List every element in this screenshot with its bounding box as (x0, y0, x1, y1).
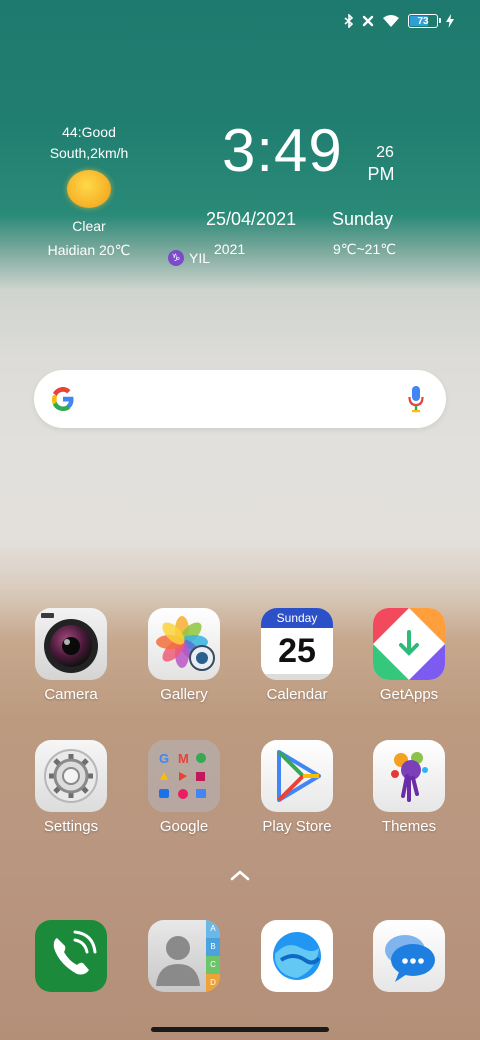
handset-icon (53, 930, 97, 975)
battery-icon: 73 (408, 14, 441, 28)
sun-icon (67, 170, 111, 208)
app-getapps[interactable]: GetApps (359, 608, 459, 703)
app-label: Themes (381, 818, 437, 835)
app-settings[interactable]: Settings (21, 740, 121, 835)
air-quality: 44:Good (62, 124, 116, 140)
app-label: Gallery (160, 686, 208, 703)
messages-icon (373, 920, 445, 992)
getapps-icon (373, 608, 445, 680)
weather-widget[interactable]: 44:Good South,2km/h Clear Haidian 20℃ (30, 122, 148, 261)
app-label: Settings (43, 818, 99, 835)
themes-icon (373, 740, 445, 812)
zodiac-text: YIL (189, 250, 211, 266)
clock-date[interactable]: 25/04/2021 (206, 209, 296, 230)
gear-icon (44, 749, 98, 803)
settings-icon (35, 740, 107, 812)
app-themes[interactable]: Themes (359, 740, 459, 835)
contacts-icon: A B C D (148, 920, 220, 992)
temp-range: 9℃~21℃ (333, 241, 396, 257)
play-triangle-icon (277, 750, 321, 802)
status-bar: 73 (344, 10, 454, 32)
wind-info: South,2km/h (49, 145, 129, 161)
folder-icon: G M (148, 740, 220, 812)
weather-condition: Clear (72, 218, 106, 234)
getapps-logo (373, 608, 445, 680)
app-folder-google[interactable]: G M Google (134, 740, 234, 835)
capricorn-icon: ♑ (168, 250, 184, 266)
clock-ampm: PM (367, 164, 395, 184)
play-store-icon (261, 740, 333, 812)
google-g-icon (52, 387, 74, 411)
app-label: Camera (44, 686, 98, 703)
home-gesture-bar[interactable] (151, 1027, 329, 1032)
chevron-up-icon[interactable] (229, 868, 251, 882)
no-sim-icon (362, 15, 374, 27)
phone-icon (35, 920, 107, 992)
clock-seconds: 26 (376, 144, 394, 161)
contacts-tab-d: D (206, 974, 220, 992)
app-label: GetApps (379, 686, 439, 703)
dock-phone[interactable] (21, 920, 121, 992)
clock-weekday: Sunday (332, 209, 394, 229)
wifi-icon (383, 15, 399, 27)
contacts-tab-a: A (206, 920, 220, 938)
calendar-day: 25 (278, 632, 316, 670)
zodiac-badge: ♑ YIL (168, 250, 210, 266)
app-label: Play Store (262, 818, 332, 835)
bluetooth-icon (344, 14, 354, 28)
browser-wave-icon (273, 932, 321, 980)
gallery-icon (148, 608, 220, 680)
app-camera[interactable]: Camera (21, 608, 121, 703)
browser-icon (261, 920, 333, 992)
camera-icon (35, 608, 107, 680)
app-gallery[interactable]: Gallery (134, 608, 234, 703)
dock-messages[interactable] (359, 920, 459, 992)
app-label: Calendar (266, 686, 328, 703)
folder-app-grid: G M (159, 751, 206, 799)
mic-icon[interactable] (408, 385, 424, 413)
paint-splash-icon (391, 752, 428, 802)
contacts-tab-b: B (206, 938, 220, 956)
dock-browser[interactable] (247, 920, 347, 992)
app-label: Google (159, 818, 209, 835)
dock-contacts[interactable]: A B C D (134, 920, 234, 992)
clock-time[interactable]: 3:49 (222, 116, 343, 185)
contacts-tab-c: C (206, 956, 220, 974)
pinwheel-icon (156, 616, 215, 671)
chat-bubble-icon (385, 935, 435, 982)
app-play-store[interactable]: Play Store (247, 740, 347, 835)
google-search-bar[interactable] (34, 370, 446, 428)
svg-text:G: G (159, 751, 169, 766)
battery-level: 73 (417, 15, 429, 27)
charging-icon (446, 14, 454, 28)
svg-text:M: M (178, 751, 189, 766)
app-calendar[interactable]: Sunday 25 Calendar (247, 608, 347, 703)
location-temp: Haidian 20℃ (47, 242, 131, 258)
clock-year: 2021 (214, 241, 246, 257)
calendar-weekday: Sunday (261, 608, 333, 628)
calendar-icon: Sunday 25 (261, 608, 333, 680)
